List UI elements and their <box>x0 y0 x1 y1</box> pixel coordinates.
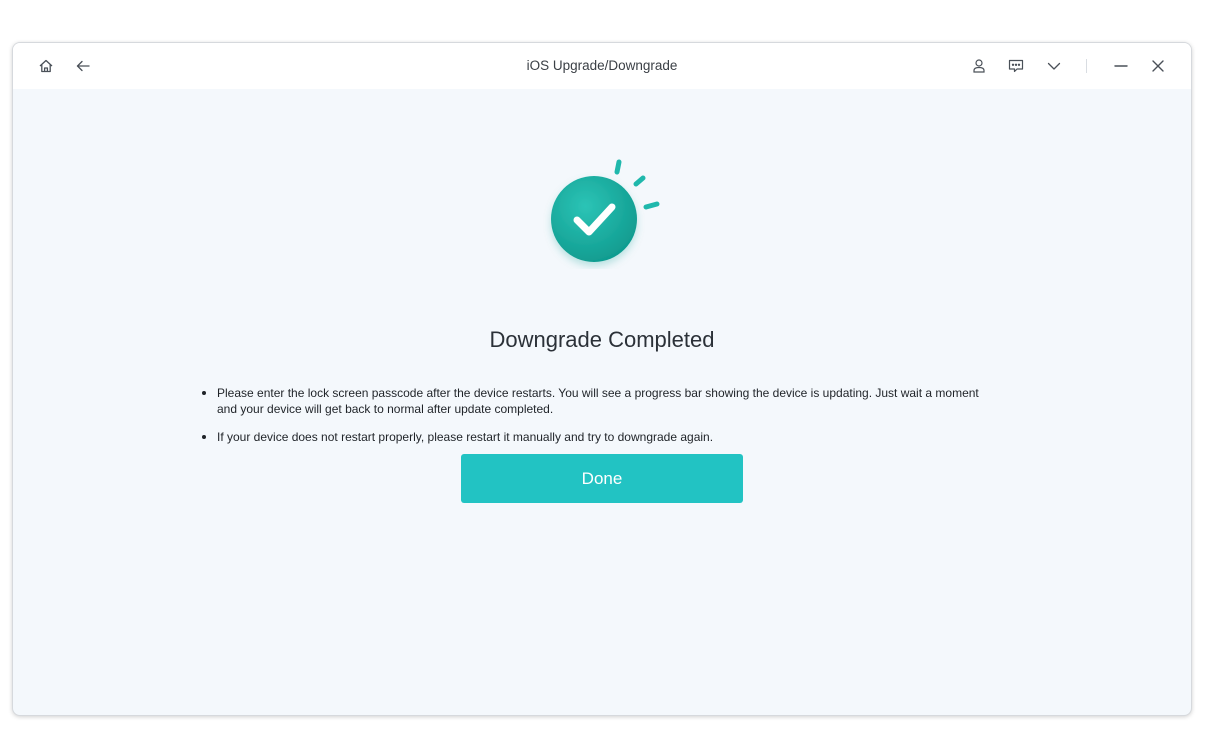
main-content: Downgrade Completed Please enter the loc… <box>13 89 1191 715</box>
completion-heading: Downgrade Completed <box>489 327 715 352</box>
feedback-icon[interactable] <box>1005 55 1027 77</box>
app-window: iOS Upgrade/Downgrade Downgrade Complete… <box>12 42 1192 716</box>
user-icon[interactable] <box>968 55 990 77</box>
instruction-item: Please enter the lock screen passcode af… <box>201 385 1001 417</box>
titlebar-divider <box>1086 59 1087 73</box>
instruction-item: If your device does not restart properly… <box>201 429 1001 445</box>
minimize-icon[interactable] <box>1110 55 1132 77</box>
instruction-list: Please enter the lock screen passcode af… <box>201 385 1001 457</box>
chevron-down-icon[interactable] <box>1043 55 1065 77</box>
check-circle-icon <box>533 149 673 269</box>
title-bar: iOS Upgrade/Downgrade <box>13 43 1191 89</box>
done-button[interactable]: Done <box>461 454 743 503</box>
close-icon[interactable] <box>1147 55 1169 77</box>
